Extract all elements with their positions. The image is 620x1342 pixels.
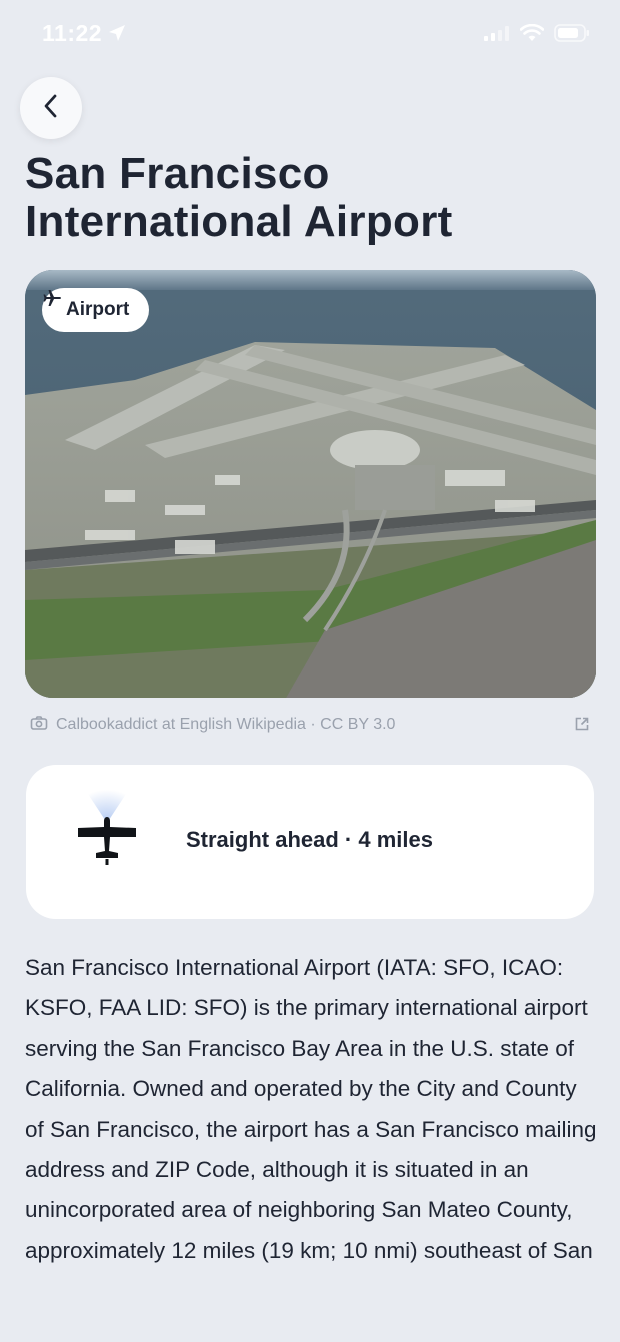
wifi-icon bbox=[519, 23, 545, 47]
photo-credit-text: Calbookaddict at English Wikipedia · CC … bbox=[56, 716, 396, 733]
status-indicators bbox=[484, 23, 590, 47]
plane-silhouette-icon bbox=[72, 786, 142, 869]
cellular-signal-icon bbox=[484, 25, 510, 46]
direction-text: Straight ahead · 4 miles bbox=[186, 827, 433, 852]
airport-aerial-photo bbox=[25, 270, 596, 698]
external-link-icon[interactable] bbox=[574, 716, 590, 737]
direction-card: Straight ahead · 4 miles bbox=[26, 765, 594, 919]
hero-image[interactable]: Airport bbox=[25, 270, 596, 698]
battery-icon bbox=[554, 24, 590, 47]
camera-icon bbox=[30, 715, 48, 736]
status-time: 11:22 bbox=[42, 20, 103, 46]
page-title: San Francisco International Airport bbox=[25, 149, 453, 246]
description-text: San Francisco International Airport (IAT… bbox=[25, 955, 597, 1263]
photo-credit[interactable]: Calbookaddict at English Wikipedia · CC … bbox=[30, 714, 590, 736]
category-label: Airport bbox=[66, 299, 130, 320]
back-button[interactable] bbox=[20, 77, 82, 139]
location-arrow-icon bbox=[107, 23, 127, 48]
status-bar: 11:22 bbox=[0, 0, 620, 64]
back-arrow-icon bbox=[41, 93, 61, 124]
category-badge: Airport bbox=[42, 288, 150, 332]
